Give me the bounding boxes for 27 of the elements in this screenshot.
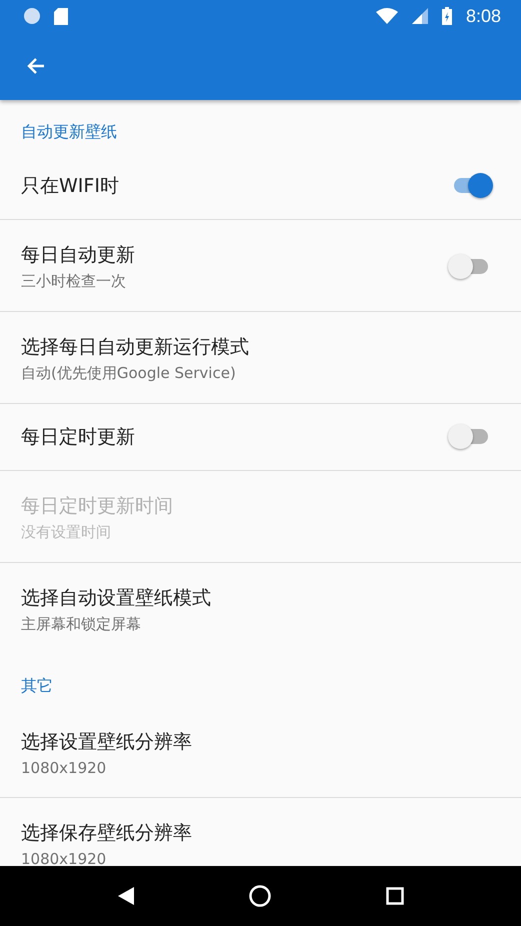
circle-icon [248,885,270,907]
battery-icon [442,7,452,25]
setting-title[interactable]: 选择自动设置壁纸模式 [21,585,500,611]
section-header: 自动更新壁纸 [20,121,118,143]
setting-subtitle: 自动(优先使用Google Service) [21,364,237,383]
setting-title[interactable]: 只在WIFI时 [21,173,448,199]
home-nav-button[interactable] [248,885,270,907]
setting-title[interactable]: 选择每日自动更新运行模式 [21,334,500,360]
setting-title[interactable]: 每日定时更新 [21,424,448,450]
square-icon [386,887,404,905]
back-nav-button[interactable] [118,887,134,905]
setting-title[interactable]: 选择设置壁纸分辨率 [21,729,500,755]
section-header: 其它 [20,675,54,697]
circle-icon [24,8,40,24]
setting-subtitle: 主屏幕和锁定屏幕 [21,615,142,634]
setting-title[interactable]: 选择保存壁纸分辨率 [21,820,500,846]
sd-card-icon [54,8,68,24]
setting-subtitle: 三小时检查一次 [21,272,127,291]
setting-subtitle: 1080x1920 [21,850,108,866]
status-time: 8:08 [466,6,501,26]
setting-title[interactable]: 每日自动更新 [21,242,448,268]
wifi-icon [376,8,398,24]
signal-icon [412,8,428,24]
setting-subtitle: 没有设置时间 [21,523,112,542]
setting-subtitle: 1080x1920 [21,759,108,777]
recents-nav-button[interactable] [386,887,404,905]
triangle-icon [118,887,134,905]
